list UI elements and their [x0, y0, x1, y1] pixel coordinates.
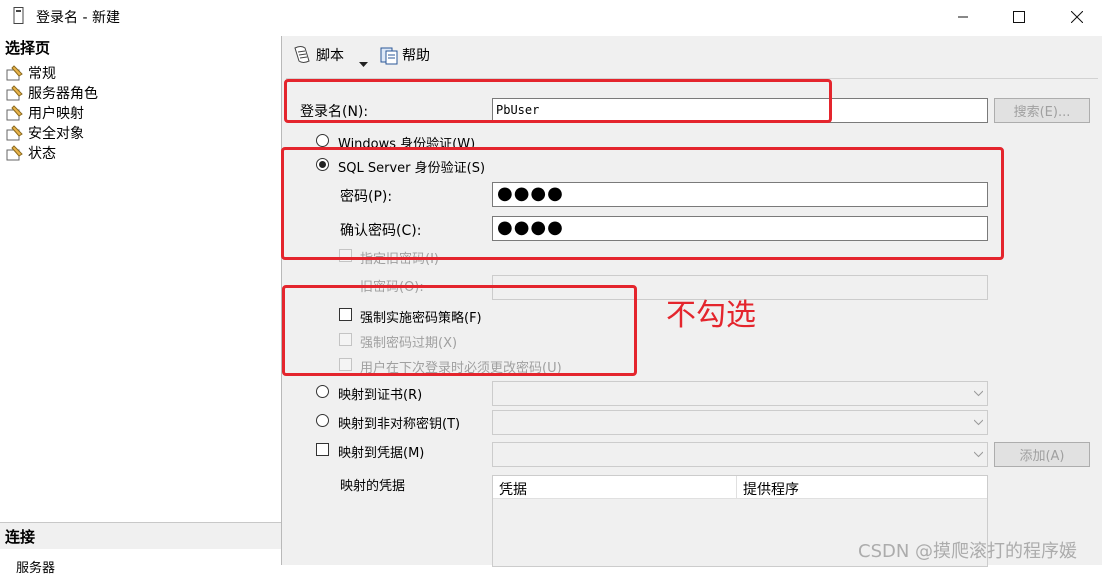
search-button[interactable]: 搜索(E)...	[994, 98, 1090, 123]
table-header: 凭据 提供程序	[493, 476, 987, 499]
windows-auth-radio[interactable]	[316, 134, 329, 147]
map-asym-key-label: 映射到非对称密钥(T)	[338, 417, 461, 432]
map-asym-key-option[interactable]: 映射到非对称密钥(T)	[316, 412, 496, 432]
watermark: CSDN @摸爬滚打的程序媛	[858, 541, 1078, 562]
page-icon	[6, 145, 24, 161]
mapped-credentials-label: 映射的凭据	[340, 479, 406, 494]
chevron-down-icon	[974, 390, 983, 397]
app-icon	[13, 7, 24, 24]
column-header-credential[interactable]: 凭据	[499, 479, 527, 499]
script-button[interactable]: 脚本	[291, 45, 344, 65]
chevron-down-icon	[359, 62, 368, 67]
close-icon	[1071, 10, 1083, 23]
help-icon	[380, 47, 398, 65]
page-item-securables[interactable]: 安全对象	[6, 123, 84, 143]
page-icon	[6, 85, 24, 101]
help-label: 帮助	[402, 48, 430, 64]
server-label: 服务器	[16, 561, 56, 576]
page-item-user-mapping[interactable]: 用户映射	[6, 103, 84, 123]
page-item-label: 状态	[28, 146, 56, 162]
map-certificate-option[interactable]: 映射到证书(R)	[316, 383, 496, 403]
add-button[interactable]: 添加(A)	[994, 442, 1090, 467]
script-dropdown-arrow[interactable]	[359, 53, 368, 72]
map-asym-key-radio[interactable]	[316, 414, 329, 427]
highlight-box-sql-auth	[281, 147, 1004, 260]
highlight-box-password-policy	[282, 285, 637, 376]
page-item-label: 用户映射	[28, 106, 84, 122]
maximize-button[interactable]	[996, 0, 1042, 33]
certificate-select[interactable]	[492, 381, 988, 406]
connection-header: 连接	[0, 522, 281, 549]
search-button-label: 搜索(E)...	[1013, 105, 1071, 120]
annotation-text: 不勾选	[666, 298, 756, 333]
map-credential-label: 映射到凭据(M)	[338, 446, 425, 461]
close-button[interactable]	[1054, 0, 1100, 33]
script-icon	[294, 46, 310, 63]
add-button-label: 添加(A)	[1019, 449, 1065, 464]
minimize-icon	[958, 16, 968, 17]
page-icon	[6, 125, 24, 141]
map-certificate-label: 映射到证书(R)	[338, 388, 423, 403]
map-credential-option[interactable]: 映射到凭据(M)	[316, 441, 496, 461]
page-item-label: 服务器角色	[28, 86, 98, 102]
column-header-provider[interactable]: 提供程序	[743, 479, 799, 499]
window-title: 登录名 - 新建	[36, 10, 120, 26]
minimize-button[interactable]	[940, 0, 986, 33]
help-button[interactable]: 帮助	[378, 45, 430, 65]
map-credential-checkbox[interactable]	[316, 443, 329, 456]
page-item-server-roles[interactable]: 服务器角色	[6, 83, 98, 103]
page-item-label: 安全对象	[28, 126, 84, 142]
highlight-box-login-name	[284, 79, 832, 123]
select-page-title: 选择页	[5, 39, 51, 57]
map-certificate-radio[interactable]	[316, 385, 329, 398]
connection-title: 连接	[5, 528, 36, 546]
credential-select[interactable]	[492, 442, 988, 467]
select-page-panel: 选择页 常规 服务器角色 用户映射 安全对象 状态 连接 服务器	[0, 36, 282, 576]
chevron-down-icon	[974, 419, 983, 426]
asym-key-select[interactable]	[492, 410, 988, 435]
column-divider	[736, 476, 737, 498]
page-icon	[6, 105, 24, 121]
maximize-icon	[1013, 10, 1025, 23]
script-label: 脚本	[316, 48, 344, 64]
title-bar: 登录名 - 新建	[0, 0, 1102, 33]
chevron-down-icon	[974, 451, 983, 458]
page-item-label: 常规	[28, 66, 56, 82]
page-item-general[interactable]: 常规	[6, 63, 56, 83]
page-icon	[6, 65, 24, 81]
page-item-status[interactable]: 状态	[6, 143, 56, 163]
